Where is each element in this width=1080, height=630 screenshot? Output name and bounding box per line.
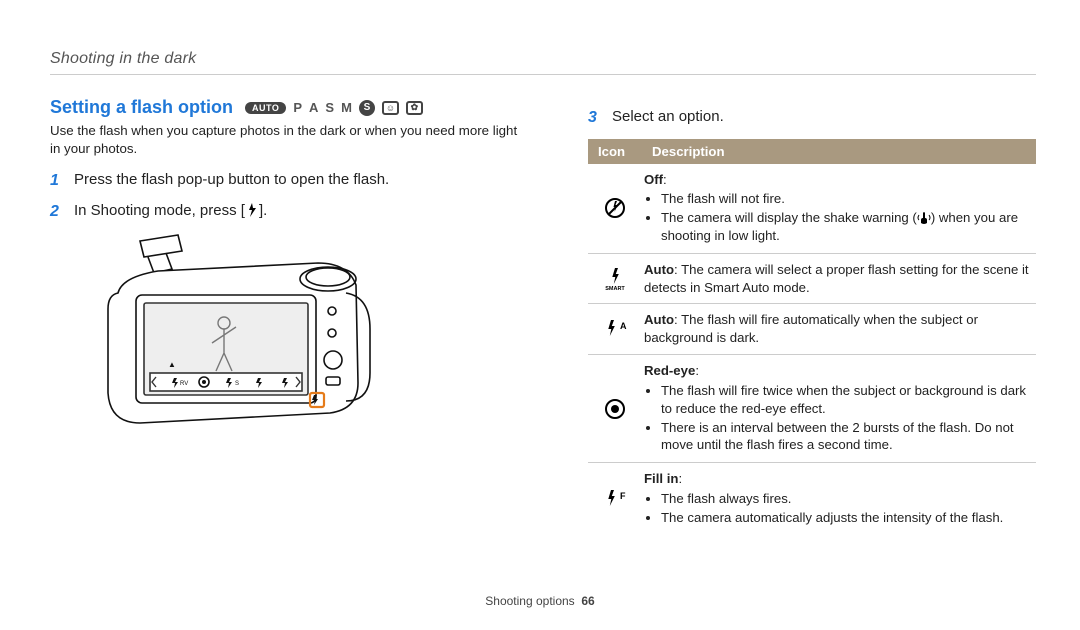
flash-icon	[245, 203, 259, 217]
flash-smart-icon: SMART	[588, 259, 642, 299]
step-1-text: Press the flash pop-up button to open th…	[74, 170, 389, 192]
row-redeye-desc: Red-eye: The flash will fire twice when …	[642, 355, 1036, 462]
row-fillin-title: Fill in	[644, 471, 678, 486]
row-smart-desc: Auto: The camera will select a proper fl…	[642, 254, 1036, 304]
page-number: 66	[581, 594, 594, 608]
mode-s-icon: S	[325, 100, 334, 115]
section-title: Shooting in the dark	[50, 50, 1036, 75]
svg-text:SMART: SMART	[605, 286, 625, 291]
step-2-text: In Shooting mode, press [ ].	[74, 201, 267, 223]
row-fillin-b2: The camera automatically adjusts the int…	[661, 509, 1030, 527]
row-redeye-b2: There is an interval between the 2 burst…	[661, 419, 1030, 455]
flash-off-icon	[588, 189, 642, 227]
table-header: Icon Description	[588, 139, 1036, 164]
svg-text:F: F	[620, 491, 626, 501]
row-fillin-b1: The flash always fires.	[661, 490, 1030, 508]
scene-face-icon: ☺	[382, 101, 399, 115]
svg-text:S: S	[235, 381, 239, 387]
header-icon: Icon	[588, 139, 642, 164]
step-3: 3 Select an option.	[588, 107, 1036, 129]
row-off-b2: The camera will display the shake warnin…	[661, 209, 1030, 245]
auto-pill-icon: AUTO	[245, 102, 286, 114]
page-footer: Shooting options 66	[0, 594, 1080, 608]
intro-text: Use the flash when you capture photos in…	[50, 122, 530, 158]
step-3-number: 3	[588, 107, 602, 129]
mode-p-icon: P	[293, 100, 302, 115]
header-desc: Description	[642, 139, 1036, 164]
row-redeye-title: Red-eye	[644, 363, 695, 378]
table-row: Red-eye: The flash will fire twice when …	[588, 355, 1036, 463]
mode-icons: AUTO P A S M S ☺ ✿	[245, 100, 423, 116]
svg-text:▲: ▲	[168, 360, 176, 369]
step-2-pre: In Shooting mode, press [	[74, 202, 245, 219]
row-auto-text: : The flash will fire automatically when…	[644, 312, 978, 345]
mode-m-icon: M	[341, 100, 352, 115]
row-smart-title: Auto	[644, 262, 674, 277]
footer-label: Shooting options	[485, 594, 574, 608]
camera-diagram: ▲ RV S	[78, 233, 378, 453]
flash-fillin-icon: F	[588, 481, 642, 517]
step-2-number: 2	[50, 201, 64, 223]
step-2: 2 In Shooting mode, press [ ].	[50, 201, 530, 223]
svg-text:RV: RV	[180, 381, 188, 387]
row-smart-text: : The camera will select a proper flash …	[644, 262, 1029, 295]
step-1-number: 1	[50, 170, 64, 192]
row-off-b1: The flash will not fire.	[661, 190, 1030, 208]
row-off-title: Off	[644, 172, 663, 187]
flash-redeye-icon	[588, 390, 642, 428]
table-row: F Fill in: The flash always fires. The c…	[588, 463, 1036, 534]
row-off-desc: Off: The flash will not fire. The camera…	[642, 164, 1036, 253]
step-3-text: Select an option.	[612, 107, 724, 129]
row-fillin-desc: Fill in: The flash always fires. The cam…	[642, 463, 1036, 534]
right-column: 3 Select an option. Icon Description	[588, 97, 1036, 535]
left-column: Setting a flash option AUTO P A S M S ☺ …	[50, 97, 530, 535]
row-redeye-b1: The flash will fire twice when the subje…	[661, 382, 1030, 418]
row-auto-desc: Auto: The flash will fire automatically …	[642, 304, 1036, 354]
flash-options-table: Icon Description Off:	[588, 139, 1036, 535]
step-2-post: ].	[259, 202, 267, 219]
shake-warning-icon	[917, 211, 931, 224]
table-row: Off: The flash will not fire. The camera…	[588, 164, 1036, 254]
flash-auto-icon: A	[588, 311, 642, 347]
step-1: 1 Press the flash pop-up button to open …	[50, 170, 530, 192]
table-row: A Auto: The flash will fire automaticall…	[588, 304, 1036, 355]
svg-text:A: A	[620, 321, 627, 331]
scene-s-icon: S	[359, 100, 375, 116]
scene-bloom-icon: ✿	[406, 101, 423, 115]
table-row: SMART Auto: The camera will select a pro…	[588, 254, 1036, 305]
page-heading: Setting a flash option	[50, 97, 233, 118]
row-auto-title: Auto	[644, 312, 674, 327]
mode-a-icon: A	[309, 100, 318, 115]
